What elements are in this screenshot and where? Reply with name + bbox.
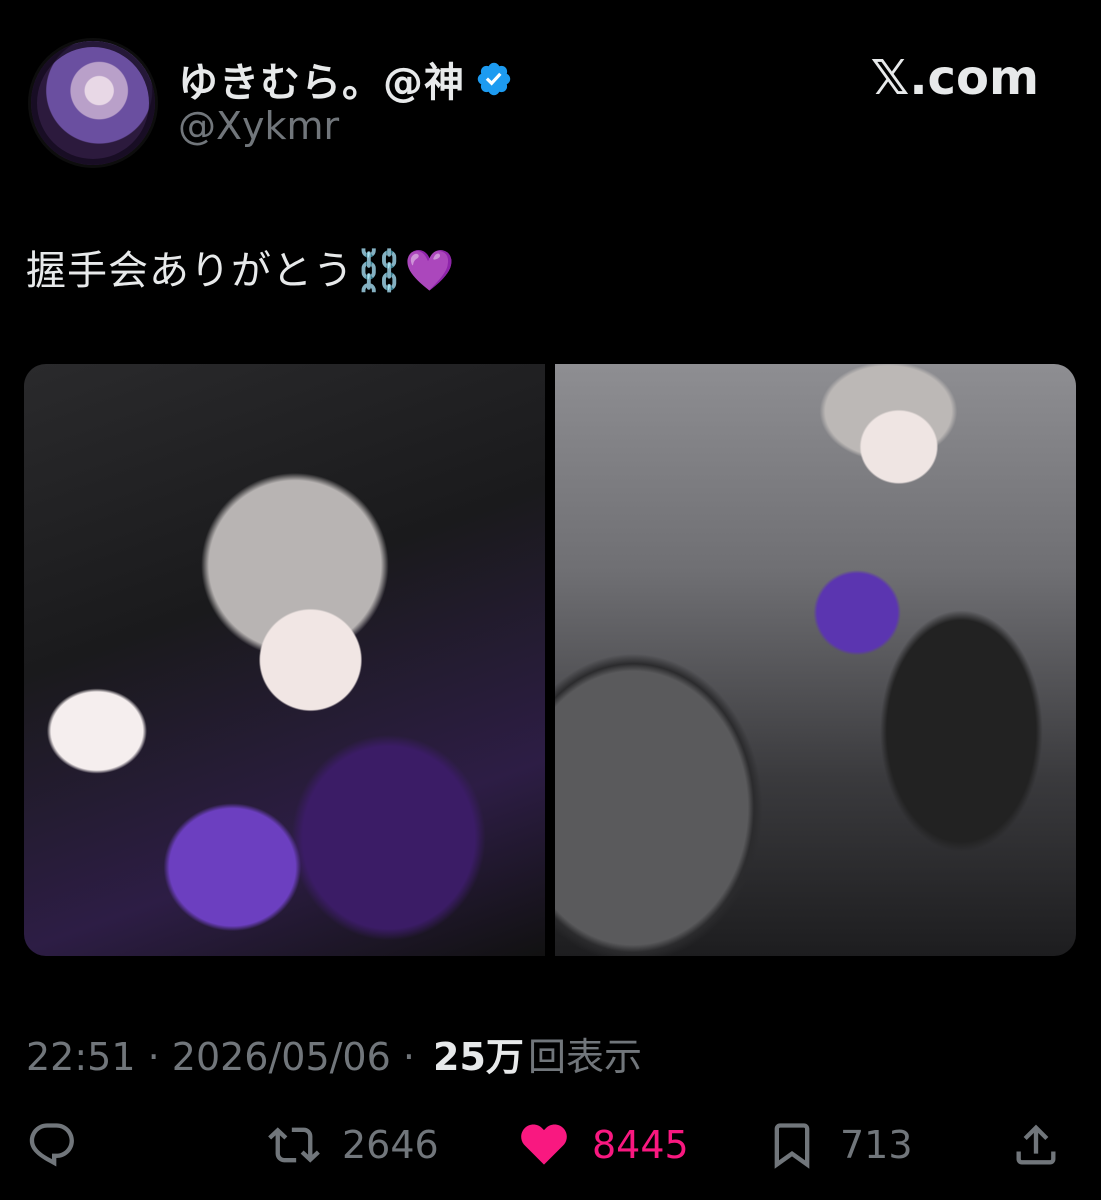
action-bar: 2646 8445 713 bbox=[0, 1110, 1101, 1180]
display-name[interactable]: ゆきむら。@神 bbox=[178, 50, 465, 108]
heart-icon bbox=[521, 1124, 567, 1165]
photo-1[interactable] bbox=[24, 364, 545, 956]
photo-2[interactable] bbox=[555, 364, 1076, 956]
x-logo: 𝕏.com bbox=[870, 50, 1039, 106]
share-button[interactable] bbox=[1010, 1110, 1062, 1180]
bookmark-count: 713 bbox=[840, 1123, 913, 1167]
like-button[interactable]: 8445 bbox=[518, 1110, 689, 1180]
views-label: 回表示 bbox=[527, 1035, 642, 1079]
retweet-count: 2646 bbox=[342, 1123, 439, 1167]
tweet-date[interactable]: 2026/05/06 bbox=[172, 1035, 391, 1079]
reply-button[interactable] bbox=[26, 1110, 78, 1180]
views-count: 25万 bbox=[433, 1035, 524, 1079]
tweet-time[interactable]: 22:51 bbox=[26, 1035, 136, 1079]
meta-separator: · bbox=[135, 1035, 172, 1079]
bookmark-icon bbox=[774, 1123, 810, 1169]
meta-separator: · bbox=[390, 1035, 428, 1079]
author-handle[interactable]: @Xykmr bbox=[178, 104, 339, 148]
avatar[interactable] bbox=[28, 38, 158, 168]
share-icon bbox=[1016, 1124, 1056, 1165]
retweet-button[interactable]: 2646 bbox=[268, 1110, 439, 1180]
tweet-meta: 22:51 · 2026/05/06 · 25万 回表示 bbox=[26, 1026, 642, 1081]
like-count: 8445 bbox=[592, 1123, 689, 1167]
author-row: ゆきむら。@神 bbox=[178, 50, 513, 108]
tweet-media[interactable] bbox=[24, 364, 1076, 956]
bookmark-button[interactable]: 713 bbox=[766, 1110, 913, 1180]
verified-badge-icon bbox=[477, 62, 511, 96]
reply-icon bbox=[29, 1123, 74, 1167]
tweet-text: 握手会ありがとう⛓️💜 bbox=[26, 248, 456, 294]
retweet-icon bbox=[268, 1127, 320, 1163]
